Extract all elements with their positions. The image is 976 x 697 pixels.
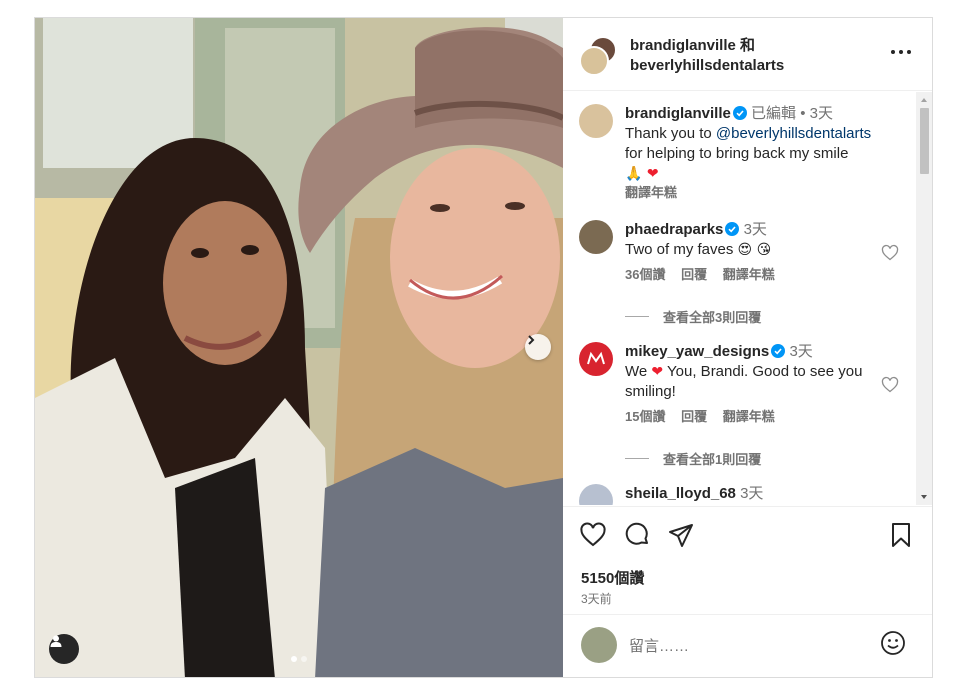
share-icon[interactable] — [667, 521, 695, 549]
view-replies-label[interactable]: 查看全部3則回覆 — [663, 307, 761, 326]
view-replies-button[interactable]: 查看全部3則回覆 — [625, 307, 761, 326]
scroll-thumb[interactable] — [920, 108, 929, 174]
reply-link[interactable]: 回覆 — [681, 267, 707, 282]
header-title-line1[interactable]: brandiglanville 和 — [630, 36, 784, 56]
comment-input[interactable] — [629, 635, 869, 657]
view-replies-label[interactable]: 查看全部1則回覆 — [663, 449, 761, 468]
comment-emojis: 😍 😘 — [737, 242, 772, 258]
comment-likes[interactable]: 15個讚 — [625, 409, 665, 424]
comments-scrollbar[interactable] — [916, 92, 932, 505]
caption: brandiglanville 已編輯 • 3天 Thank you to @b… — [579, 104, 909, 204]
carousel-dot — [301, 656, 307, 662]
avatar — [579, 46, 609, 76]
verified-icon — [732, 106, 747, 120]
comment-item: phaedraparks 3天 Two of my faves 😍 😘 36個讚… — [579, 220, 909, 290]
comment-emoji: ❤ — [651, 364, 664, 380]
avatar[interactable] — [579, 104, 613, 138]
comment-meta: 3天 — [789, 343, 813, 360]
add-comment-bar — [563, 614, 932, 677]
likes-count[interactable]: 5150個讚 — [581, 567, 644, 588]
comment-text: Two of my faves — [625, 241, 734, 258]
comment-username[interactable]: sheila_lloyd_68 — [625, 485, 736, 502]
post-dialog: brandiglanville 和 beverlyhillsdentalarts… — [34, 17, 933, 678]
comment-icon[interactable] — [623, 521, 651, 549]
post-actions: 5150個讚 3天前 — [563, 506, 932, 606]
comment-meta: 3天 — [740, 485, 764, 502]
verified-icon — [725, 222, 740, 236]
bookmark-icon[interactable] — [887, 521, 915, 549]
reply-link[interactable]: 回覆 — [681, 409, 707, 424]
more-icon — [891, 50, 911, 54]
carousel-dots — [291, 656, 307, 662]
comment-username[interactable]: phaedraparks — [625, 221, 723, 238]
avatar — [581, 627, 617, 663]
like-comment-heart-icon[interactable] — [881, 244, 899, 262]
avatar[interactable] — [579, 220, 613, 254]
post-author-names[interactable]: brandiglanville 和 beverlyhillsdentalarts — [630, 36, 784, 76]
caption-text: Thank you to — [625, 125, 716, 142]
translate-link[interactable]: 翻譯年糕 — [723, 267, 775, 282]
heart-icon[interactable] — [579, 521, 607, 549]
comments-list[interactable]: brandiglanville 已編輯 • 3天 Thank you to @b… — [563, 92, 915, 505]
post-photo[interactable] — [35, 18, 563, 677]
comment-item: sheila_lloyd_68 3天 — [579, 484, 909, 505]
header-title-line2[interactable]: beverlyhillsdentalarts — [630, 56, 784, 76]
translate-link[interactable]: 翻譯年糕 — [723, 409, 775, 424]
caption-text-2: for helping to bring back my smile — [625, 145, 849, 162]
verified-icon — [771, 344, 786, 358]
caption-emojis: 🙏 ❤ — [625, 166, 659, 182]
more-options-button[interactable] — [889, 40, 913, 64]
collab-avatars[interactable] — [579, 36, 619, 76]
post-header: brandiglanville 和 beverlyhillsdentalarts — [563, 18, 932, 91]
comment-likes[interactable]: 36個讚 — [625, 267, 665, 282]
comment-item: mikey_yaw_designs 3天 We ❤ You, Brandi. G… — [579, 342, 909, 432]
post-panel: brandiglanville 和 beverlyhillsdentalarts… — [563, 18, 932, 677]
user-tags-button[interactable] — [49, 634, 79, 664]
avatar[interactable] — [579, 484, 613, 505]
carousel-dot — [291, 656, 297, 662]
scroll-up-icon[interactable] — [920, 96, 928, 104]
caption-mention[interactable]: @beverlyhillsdentalarts — [716, 125, 871, 142]
user-tag-icon — [50, 635, 62, 647]
avatar[interactable] — [579, 342, 613, 376]
post-time[interactable]: 3天前 — [581, 590, 612, 607]
chevron-right-icon — [528, 335, 535, 345]
view-replies-button[interactable]: 查看全部1則回覆 — [625, 449, 761, 468]
comment-username[interactable]: mikey_yaw_designs — [625, 343, 769, 360]
caption-username[interactable]: brandiglanville — [625, 105, 731, 122]
scroll-down-icon[interactable] — [920, 493, 928, 501]
comment-text: We — [625, 363, 652, 380]
translate-link[interactable]: 翻譯年糕 — [625, 185, 677, 200]
like-comment-heart-icon[interactable] — [881, 376, 899, 394]
comment-meta: 3天 — [743, 221, 767, 238]
caption-meta: 已編輯 • 3天 — [751, 105, 833, 122]
next-photo-button[interactable] — [525, 334, 551, 360]
emoji-icon[interactable] — [879, 629, 907, 657]
